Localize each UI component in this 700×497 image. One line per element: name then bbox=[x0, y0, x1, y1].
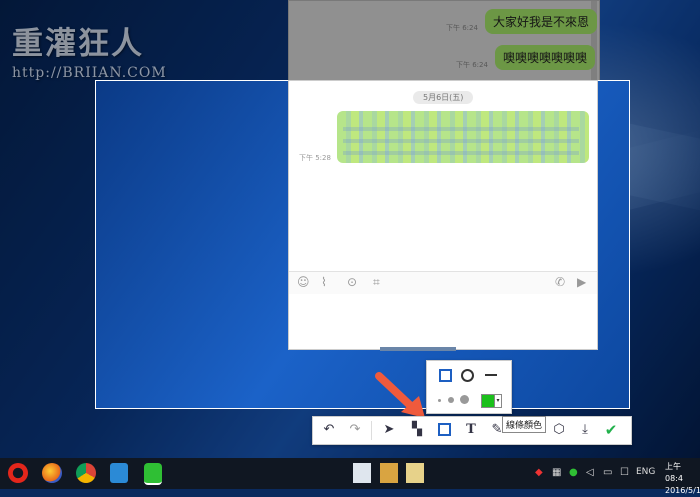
red-arrow-pointer bbox=[375, 372, 425, 418]
line-width-medium[interactable] bbox=[448, 397, 454, 403]
mosaic-icon[interactable]: ▚ bbox=[407, 421, 427, 439]
firefox-icon[interactable] bbox=[42, 463, 62, 483]
blurred-message bbox=[337, 111, 589, 163]
line-width-small[interactable] bbox=[438, 399, 441, 402]
battery-icon[interactable]: ▭ bbox=[603, 467, 612, 478]
text-tool-icon[interactable]: T bbox=[461, 421, 481, 439]
watermark: 重灌狂人 http://BRIIAN.COM bbox=[12, 18, 167, 81]
volume-icon[interactable]: ◁ bbox=[586, 467, 594, 478]
opera-icon[interactable] bbox=[8, 463, 28, 483]
line-tray-icon[interactable]: ● bbox=[569, 467, 578, 478]
paperclip-icon[interactable]: ⌇ bbox=[321, 275, 327, 289]
watermark-title: 重灌狂人 bbox=[12, 26, 144, 62]
chrome-icon[interactable] bbox=[76, 463, 96, 483]
video-icon[interactable]: ▶ bbox=[577, 275, 586, 289]
antivirus-icon[interactable]: ◆ bbox=[535, 467, 543, 478]
mail-app-icon[interactable] bbox=[110, 463, 128, 483]
folder-icon[interactable] bbox=[380, 463, 398, 483]
notes-icon[interactable] bbox=[406, 463, 424, 483]
redo-icon[interactable]: ↷ bbox=[345, 421, 365, 439]
document-icon[interactable] bbox=[353, 463, 371, 483]
resize-handle[interactable] bbox=[380, 347, 456, 351]
rectangle-icon[interactable] bbox=[439, 369, 452, 382]
chat-input-area[interactable] bbox=[289, 294, 597, 349]
system-clock[interactable]: 上午 08:4 2016/5/1 bbox=[665, 461, 700, 497]
screenshot-toolbar: ↶ ↷ ➤ ▚ T ✎ ✕ ⬡ ⤓ ✔ bbox=[312, 416, 632, 445]
smiley-icon[interactable]: ☺ bbox=[297, 275, 310, 289]
chat-window: 5月6日(五) 下午 5:28 ☺ ⌇ ⊙ ⌗ ✆ ▶ bbox=[288, 80, 598, 350]
message-time: 下午 5:28 bbox=[299, 154, 331, 162]
clock-date: 2016/5/1 bbox=[665, 486, 700, 495]
clock-time: 上午 08:4 bbox=[665, 462, 683, 483]
crop-icon[interactable]: ⌗ bbox=[373, 275, 380, 290]
phone-icon[interactable]: ✆ bbox=[555, 275, 565, 289]
watermark-url: http://BRIIAN.COM bbox=[12, 65, 167, 81]
color-swatch[interactable] bbox=[481, 394, 495, 408]
tooltip: 線條顏色 bbox=[502, 416, 547, 433]
line-app-icon[interactable] bbox=[144, 463, 162, 485]
hexagon-icon[interactable]: ⬡ bbox=[549, 421, 569, 439]
line-width-large[interactable] bbox=[460, 395, 469, 404]
taskbar: ◆ ▦ ● ◁ ▭ ☐ ENG 上午 08:4 2016/5/1 bbox=[0, 458, 700, 495]
desktop-wallpaper: 大家好我是不來恩 下午 6:24 噢噢噢噢噢噢噢 下午 6:24 重灌狂人 ht… bbox=[0, 0, 700, 458]
network-monitor-icon[interactable]: ▦ bbox=[552, 467, 561, 478]
language-indicator[interactable]: ENG bbox=[636, 467, 655, 477]
circle-icon[interactable] bbox=[461, 369, 474, 382]
download-icon[interactable]: ⊙ bbox=[347, 275, 357, 289]
rectangle-tool-icon[interactable] bbox=[434, 421, 454, 439]
download-icon[interactable]: ⤓ bbox=[575, 421, 595, 439]
shape-options-popup: ▾ bbox=[426, 360, 512, 414]
chevron-down-icon[interactable]: ▾ bbox=[495, 394, 502, 408]
line-icon[interactable] bbox=[485, 374, 497, 376]
undo-icon[interactable]: ↶ bbox=[319, 421, 339, 439]
message-icon[interactable]: ☐ bbox=[620, 467, 629, 478]
chat-input-toolbar: ☺ ⌇ ⊙ ⌗ ✆ ▶ bbox=[289, 271, 597, 295]
confirm-icon[interactable]: ✔ bbox=[601, 421, 621, 439]
arrow-tool-icon[interactable]: ➤ bbox=[379, 421, 399, 439]
date-label: 5月6日(五) bbox=[413, 91, 474, 104]
